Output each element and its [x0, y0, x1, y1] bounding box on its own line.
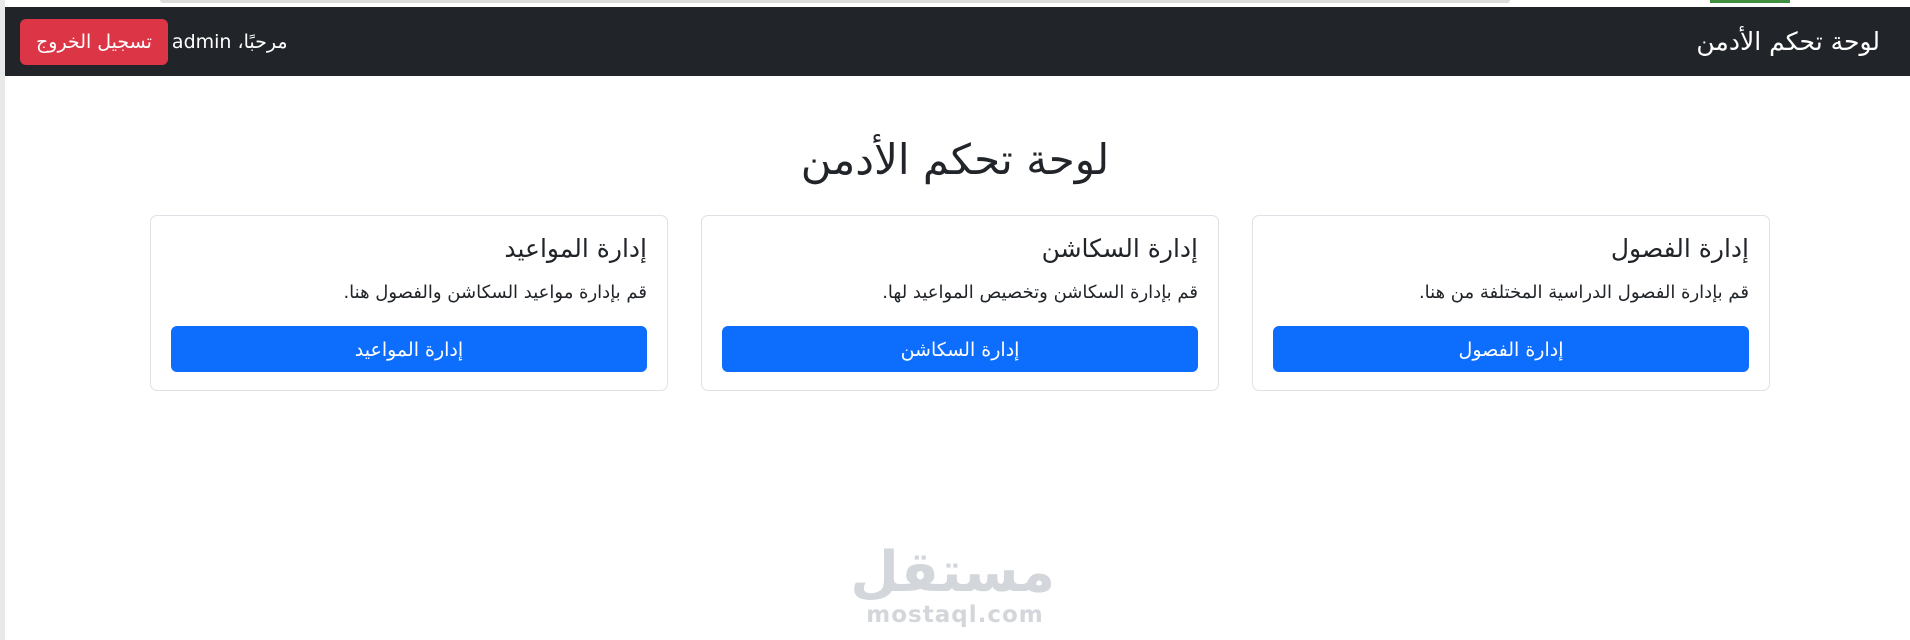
user-area: مرحبًا، admin تسجيل الخروج [20, 19, 288, 65]
card-title: إدارة الفصول [1610, 234, 1749, 263]
manage-schedules-button[interactable]: إدارة المواعيد [171, 326, 647, 372]
page: لوحة تحكم الأدمن مرحبًا، admin تسجيل الخ… [0, 0, 1910, 640]
card-text: قم بإدارة السكاشن وتخصيص المواعيد لها. [882, 282, 1198, 303]
logout-button[interactable]: تسجيل الخروج [20, 19, 168, 65]
browser-top-strip [0, 0, 1910, 7]
card-text: قم بإدارة الفصول الدراسية المختلفة من هن… [1418, 282, 1749, 303]
navbar-brand[interactable]: لوحة تحكم الأدمن [1696, 7, 1880, 76]
card-text: قم بإدارة مواعيد السكاشن والفصول هنا. [343, 282, 647, 303]
address-bar-edge [160, 0, 1510, 3]
cards-row: إدارة الفصول قم بإدارة الفصول الدراسية ا… [150, 215, 1770, 395]
card-title: إدارة المواعيد [504, 234, 647, 263]
manage-classes-button[interactable]: إدارة الفصول [1273, 326, 1749, 372]
browser-indicator [1710, 0, 1790, 3]
card-schedules: إدارة المواعيد قم بإدارة مواعيد السكاشن … [150, 215, 668, 391]
watermark-latin: mostaql.com [866, 602, 1044, 628]
card-sections: إدارة السكاشن قم بإدارة السكاشن وتخصيص ا… [701, 215, 1219, 391]
window-edge [0, 0, 5, 640]
card-classes: إدارة الفصول قم بإدارة الفصول الدراسية ا… [1252, 215, 1770, 391]
card-title: إدارة السكاشن [1041, 234, 1198, 263]
welcome-text: مرحبًا، admin [171, 31, 288, 53]
manage-sections-button[interactable]: إدارة السكاشن [722, 326, 1198, 372]
watermark-arabic: مستقل [850, 540, 1055, 605]
watermark-logo: مستقل mostaql.com [850, 540, 1055, 629]
navbar: لوحة تحكم الأدمن مرحبًا، admin تسجيل الخ… [5, 7, 1910, 76]
page-title: لوحة تحكم الأدمن [800, 135, 1110, 184]
